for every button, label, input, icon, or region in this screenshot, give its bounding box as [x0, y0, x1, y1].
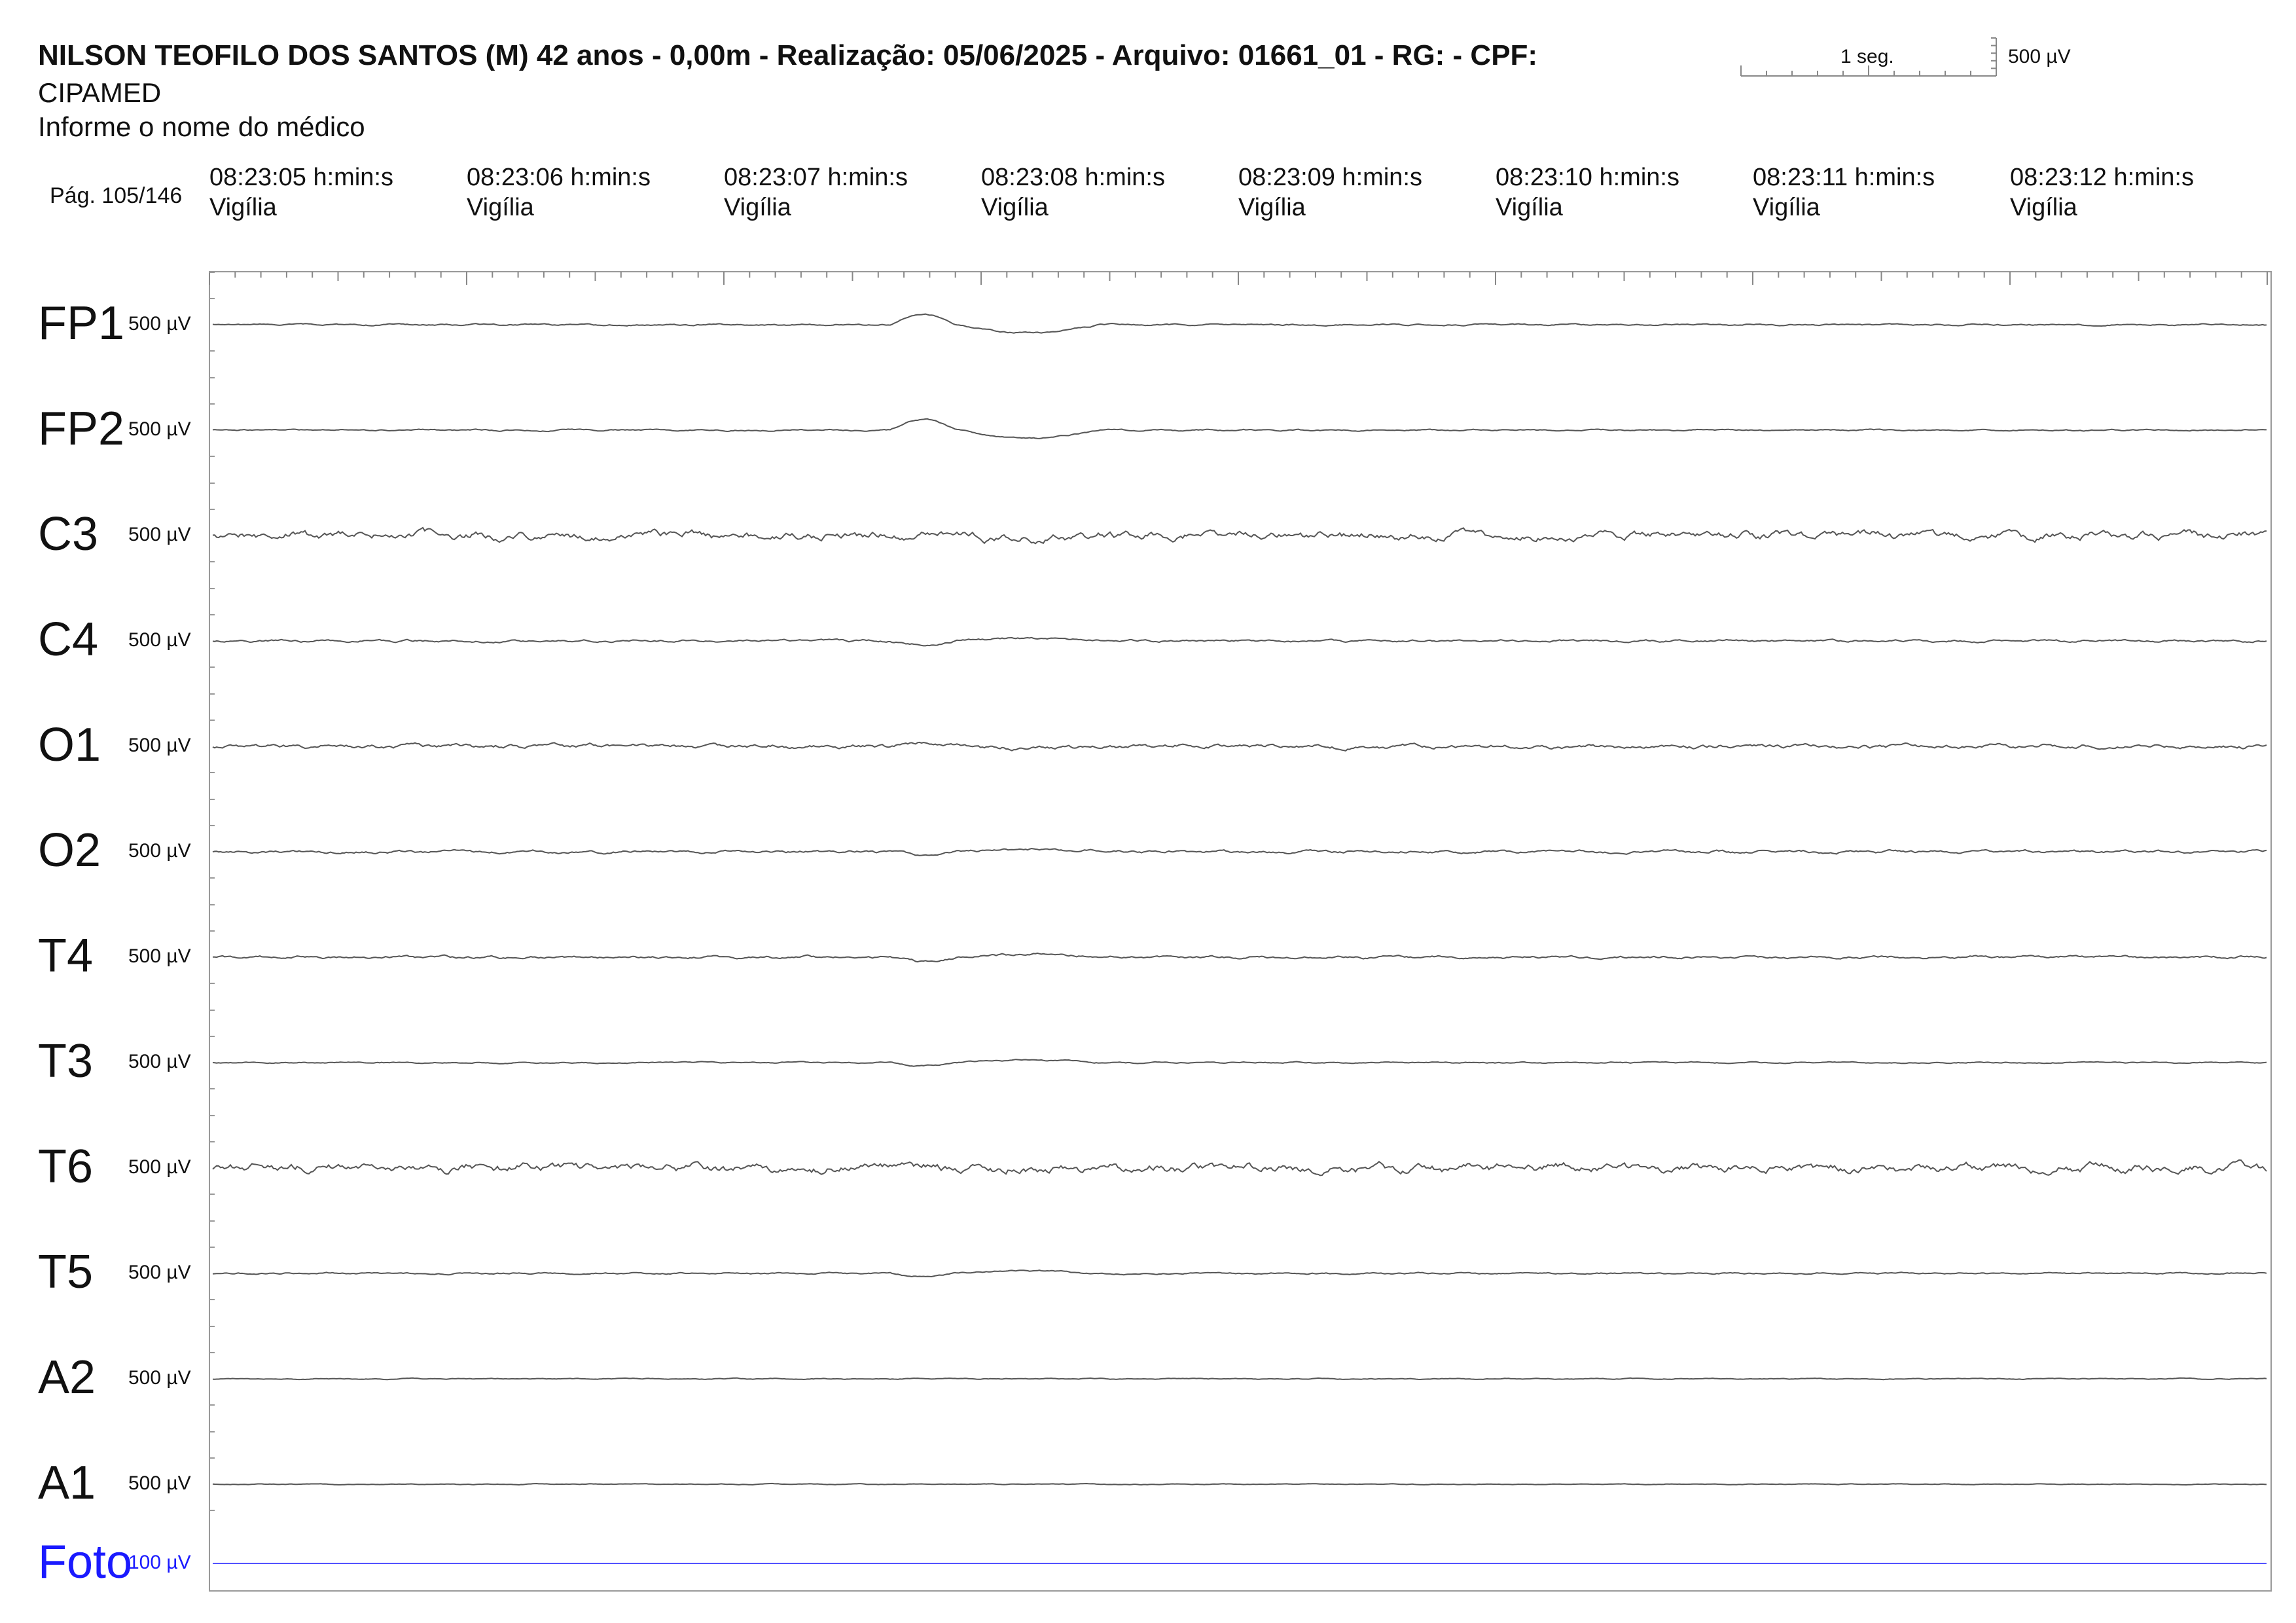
trace-t6	[212, 1159, 2267, 1176]
trace-c3	[212, 526, 2267, 545]
trace-o1	[212, 741, 2267, 752]
trace-fp1	[212, 313, 2267, 334]
plot-frame	[209, 271, 2272, 1592]
time-ticks	[209, 272, 2268, 285]
trace-fp2	[212, 418, 2267, 439]
scale-bar	[1740, 37, 1997, 77]
trace-a2	[212, 1377, 2267, 1381]
trace-t5	[212, 1269, 2267, 1278]
trace-c4	[212, 636, 2267, 647]
trace-t3	[212, 1059, 2267, 1067]
amplitude-ticks	[209, 272, 215, 1511]
eeg-traces	[212, 313, 2267, 1564]
trace-a1	[212, 1482, 2267, 1486]
trace-o2	[212, 847, 2267, 856]
eeg-plot	[209, 37, 2272, 1592]
trace-t4	[213, 952, 2267, 963]
